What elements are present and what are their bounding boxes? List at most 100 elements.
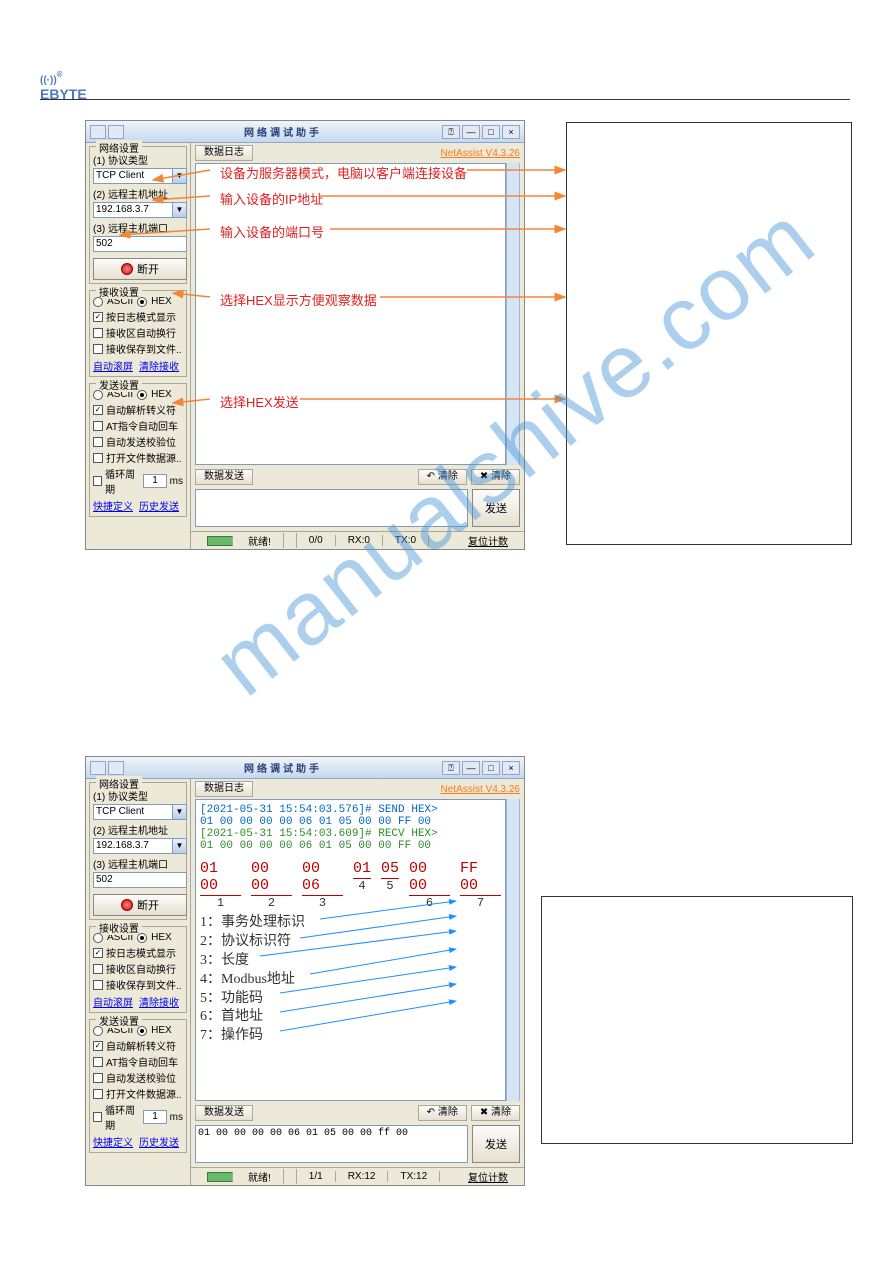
checkbox[interactable] bbox=[93, 437, 103, 447]
autoscroll-link[interactable]: 自动滚屏 bbox=[93, 358, 133, 373]
hex-group-4: 01 bbox=[353, 860, 371, 879]
data-send-button[interactable]: 数据发送 bbox=[195, 469, 253, 485]
close-icon[interactable]: × bbox=[502, 125, 520, 139]
maximize-icon[interactable]: □ bbox=[482, 125, 500, 139]
checkbox[interactable] bbox=[93, 453, 103, 463]
checkbox[interactable] bbox=[93, 1089, 103, 1099]
pin-icon[interactable] bbox=[108, 125, 124, 139]
send-button[interactable]: 发送 bbox=[472, 489, 520, 527]
minimize-icon[interactable]: — bbox=[462, 761, 480, 775]
chevron-down-icon[interactable]: ▼ bbox=[172, 169, 186, 183]
hex-group-6: 00 00 bbox=[409, 860, 450, 896]
history-link[interactable]: 历史发送 bbox=[139, 1134, 179, 1149]
legend-5: 5：功能码 bbox=[200, 990, 501, 1009]
checkbox[interactable] bbox=[93, 312, 103, 322]
loop-period-input[interactable]: 1 bbox=[143, 1110, 166, 1124]
log-toolbar: 数据日志 NetAssist V4.3.26 bbox=[191, 143, 524, 163]
checkbox[interactable] bbox=[93, 421, 103, 431]
send-input[interactable] bbox=[195, 489, 468, 527]
close-icon[interactable]: × bbox=[502, 761, 520, 775]
titlebar[interactable]: 网络调试助手 ⍰ — □ × bbox=[86, 757, 524, 779]
chevron-down-icon[interactable]: ▼ bbox=[172, 203, 186, 217]
checkbox[interactable] bbox=[93, 476, 102, 486]
scrollbar[interactable] bbox=[506, 799, 520, 1101]
checkbox[interactable] bbox=[93, 964, 103, 974]
reset-count-link[interactable]: 复位计数 bbox=[456, 1169, 520, 1184]
shortcut-link[interactable]: 快捷定义 bbox=[93, 498, 133, 513]
ascii-radio[interactable] bbox=[93, 297, 103, 307]
status-ready: 就绪! bbox=[195, 533, 297, 548]
checkbox[interactable] bbox=[93, 1112, 102, 1122]
status-bar: 就绪! 1/1 RX:12 TX:12 复位计数 bbox=[191, 1167, 524, 1185]
data-send-button[interactable]: 数据发送 bbox=[195, 1105, 253, 1121]
hex-radio[interactable] bbox=[137, 933, 147, 943]
clear-button[interactable]: ✖ 清除 bbox=[471, 469, 520, 485]
clear-button[interactable]: ✖ 清除 bbox=[471, 1105, 520, 1121]
clear-recv-link[interactable]: 清除接收 bbox=[139, 994, 179, 1009]
log-textarea[interactable]: [2021-05-31 15:54:03.576]# SEND HEX> 01 … bbox=[195, 799, 506, 1101]
host-input[interactable]: 192.168.3.7▼ bbox=[93, 202, 187, 218]
ascii-radio[interactable] bbox=[93, 933, 103, 943]
send-input[interactable]: 01 00 00 00 00 06 01 05 00 00 ff 00 bbox=[195, 1125, 468, 1163]
checkbox[interactable] bbox=[93, 1057, 103, 1067]
data-log-button[interactable]: 数据日志 bbox=[195, 781, 253, 797]
status-ready: 就绪! bbox=[195, 1169, 297, 1184]
legend-7: 7：操作码 bbox=[200, 1027, 501, 1046]
ascii-radio[interactable] bbox=[93, 1026, 103, 1036]
clear-button[interactable]: ↶ 清除 bbox=[418, 1105, 467, 1121]
log-send-ts: [2021-05-31 15:54:03.576]# SEND HEX> bbox=[200, 804, 501, 816]
hex-radio[interactable] bbox=[137, 390, 147, 400]
checkbox[interactable] bbox=[93, 980, 103, 990]
port-input[interactable]: 502 bbox=[93, 872, 187, 888]
help-icon[interactable]: ⍰ bbox=[442, 761, 460, 775]
chevron-down-icon[interactable]: ▼ bbox=[172, 805, 186, 819]
loop-period-input[interactable]: 1 bbox=[143, 474, 166, 488]
checkbox[interactable] bbox=[93, 405, 103, 415]
autoscroll-link[interactable]: 自动滚屏 bbox=[93, 994, 133, 1009]
group-title: 网络设置 bbox=[96, 140, 142, 155]
clear-recv-link[interactable]: 清除接收 bbox=[139, 358, 179, 373]
reset-count-link[interactable]: 复位计数 bbox=[456, 533, 520, 548]
clear-button[interactable]: ↶ 清除 bbox=[418, 469, 467, 485]
host-input[interactable]: 192.168.3.7 ▼ bbox=[93, 838, 187, 854]
connect-button[interactable]: 断开 bbox=[93, 258, 187, 280]
port-value: 502 bbox=[96, 873, 113, 887]
chevron-down-icon[interactable]: ▼ bbox=[172, 839, 186, 853]
annotation-2: 输入设备的IP地址 bbox=[220, 189, 323, 208]
version-link[interactable]: NetAssist V4.3.26 bbox=[441, 148, 520, 159]
app-icon bbox=[90, 125, 106, 139]
hex-radio[interactable] bbox=[137, 1026, 147, 1036]
connect-button[interactable]: 断开 bbox=[93, 894, 187, 916]
protocol-value: TCP Client bbox=[96, 169, 144, 183]
antenna-icon: ((·)) bbox=[40, 75, 57, 86]
annotation-5: 选择HEX发送 bbox=[220, 392, 299, 411]
at-cr-label: AT指令自动回车 bbox=[106, 418, 178, 433]
titlebar[interactable]: 网络调试助手 ⍰ — □ × bbox=[86, 121, 524, 143]
version-link[interactable]: NetAssist V4.3.26 bbox=[441, 784, 520, 795]
checkbox[interactable] bbox=[93, 344, 103, 354]
pin-icon[interactable] bbox=[108, 761, 124, 775]
checkbox[interactable] bbox=[93, 1041, 103, 1051]
hex-radio[interactable] bbox=[137, 297, 147, 307]
protocol-select[interactable]: TCP Client ▼ bbox=[93, 168, 187, 184]
shortcut-link[interactable]: 快捷定义 bbox=[93, 1134, 133, 1149]
protocol-select[interactable]: TCP Client▼ bbox=[93, 804, 187, 820]
maximize-icon[interactable]: □ bbox=[482, 761, 500, 775]
scrollbar[interactable] bbox=[506, 163, 520, 465]
checkbox[interactable] bbox=[93, 948, 103, 958]
file-source-label: 打开文件数据源.. bbox=[106, 1086, 182, 1101]
netassist-window-2: 网络调试助手 ⍰ — □ × 网络设置 (1) 协议类型 TCP Client▼… bbox=[85, 756, 525, 1186]
minimize-icon[interactable]: — bbox=[462, 125, 480, 139]
help-icon[interactable]: ⍰ bbox=[442, 125, 460, 139]
history-link[interactable]: 历史发送 bbox=[139, 498, 179, 513]
app-icon bbox=[90, 761, 106, 775]
data-log-button[interactable]: 数据日志 bbox=[195, 145, 253, 161]
log-textarea[interactable] bbox=[195, 163, 506, 465]
clear-label: 清除 bbox=[491, 471, 511, 482]
ascii-radio[interactable] bbox=[93, 390, 103, 400]
send-button[interactable]: 发送 bbox=[472, 1125, 520, 1163]
port-input[interactable]: 502 bbox=[93, 236, 187, 252]
checkbox[interactable] bbox=[93, 1073, 103, 1083]
host-value: 192.168.3.7 bbox=[96, 839, 149, 853]
checkbox[interactable] bbox=[93, 328, 103, 338]
